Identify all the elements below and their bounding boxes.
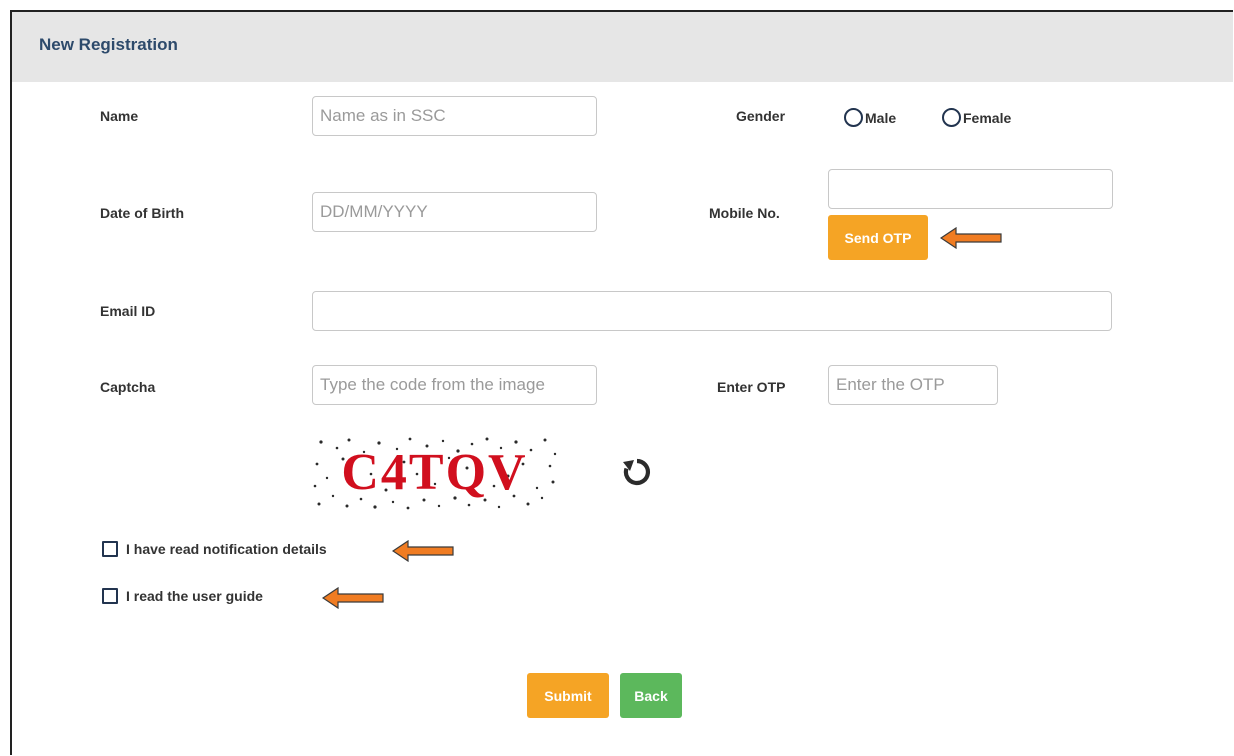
user-guide-checkbox[interactable]: I read the user guide [102, 588, 263, 604]
gender-male-label: Male [865, 109, 897, 126]
refresh-icon[interactable] [621, 456, 653, 488]
mobile-input[interactable] [828, 169, 1113, 209]
otp-label: Enter OTP [717, 379, 786, 395]
gender-female-label: Female [963, 109, 1012, 126]
captcha-image: C4TQV [309, 434, 560, 511]
left-arrow-icon [392, 540, 454, 562]
captcha-code: C4TQV [341, 444, 528, 501]
captcha-input[interactable] [312, 365, 597, 405]
dob-input[interactable] [312, 192, 597, 232]
page-title: New Registration [39, 35, 178, 54]
gender-label: Gender [736, 108, 786, 124]
gender-female-radio[interactable]: Female [942, 108, 1011, 127]
captcha-label: Captcha [100, 379, 156, 395]
gender-male-radio[interactable]: Male [844, 108, 896, 127]
mobile-label: Mobile No. [709, 205, 780, 221]
left-arrow-icon [940, 227, 1002, 249]
send-otp-button[interactable]: Send OTP [828, 215, 928, 260]
email-input[interactable] [312, 291, 1112, 331]
checkbox-icon [102, 541, 118, 557]
notification-details-checkbox[interactable]: I have read notification details [102, 541, 327, 557]
submit-button[interactable]: Submit [527, 673, 609, 718]
left-arrow-icon [322, 587, 384, 609]
user-guide-label: I read the user guide [126, 588, 263, 604]
radio-circle-icon [942, 108, 961, 127]
dob-label: Date of Birth [100, 205, 184, 221]
email-label: Email ID [100, 303, 156, 319]
panel-header: New Registration [12, 12, 1233, 82]
radio-circle-icon [844, 108, 863, 127]
back-button[interactable]: Back [620, 673, 682, 718]
name-label: Name [100, 108, 139, 124]
checkbox-icon [102, 588, 118, 604]
registration-panel: New Registration Name Gender Male Female… [10, 10, 1233, 755]
otp-input[interactable] [828, 365, 998, 405]
name-input[interactable] [312, 96, 597, 136]
notification-details-label: I have read notification details [126, 541, 327, 557]
